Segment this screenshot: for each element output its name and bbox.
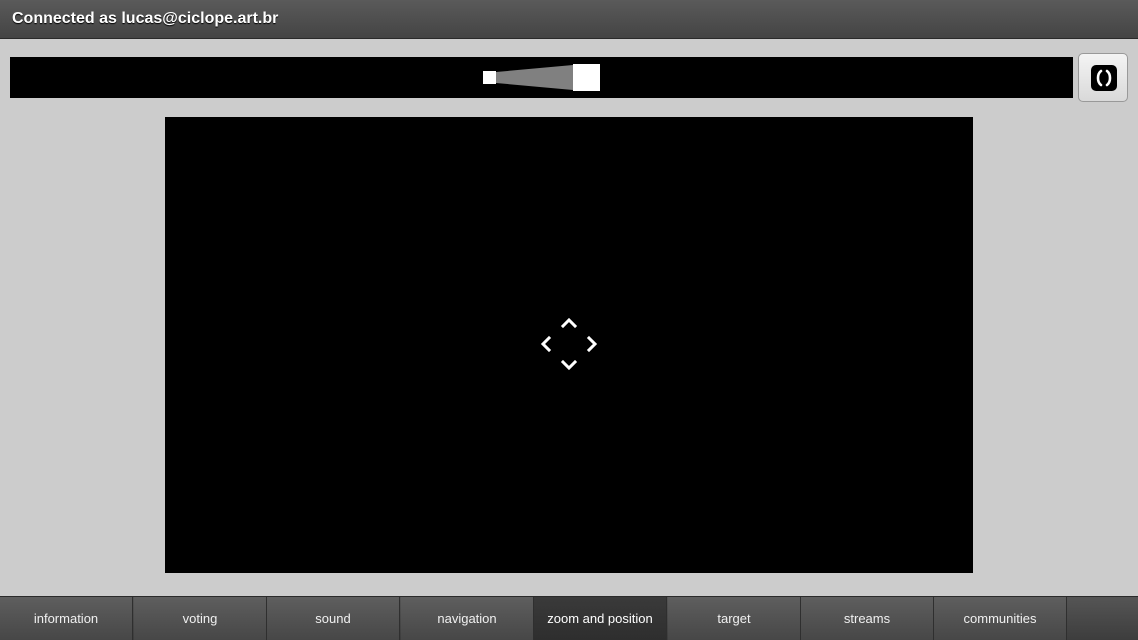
zoom-cone <box>496 65 573 90</box>
refresh-icon <box>1091 65 1117 91</box>
arrow-down-icon[interactable] <box>560 359 578 371</box>
bottom-tab-bar: information voting sound navigation zoom… <box>0 596 1138 640</box>
connection-status: Connected as lucas@ciclope.art.br <box>12 10 279 27</box>
zoom-min-marker <box>483 71 496 84</box>
arrow-left-icon[interactable] <box>540 335 552 353</box>
zoom-max-marker[interactable] <box>573 64 600 91</box>
arrow-right-icon[interactable] <box>586 335 598 353</box>
tab-voting[interactable]: voting <box>134 597 267 640</box>
move-arrows-icon[interactable] <box>539 316 599 376</box>
tab-streams[interactable]: streams <box>801 597 934 640</box>
tab-zoom-and-position[interactable]: zoom and position <box>534 597 667 640</box>
tab-information[interactable]: information <box>0 597 133 640</box>
zoom-level-cone-icon <box>483 64 600 91</box>
zoom-level-bar[interactable] <box>10 57 1073 98</box>
tab-navigation[interactable]: navigation <box>401 597 534 640</box>
arrow-up-icon[interactable] <box>560 317 578 329</box>
tab-sound[interactable]: sound <box>267 597 400 640</box>
tab-communities[interactable]: communities <box>934 597 1067 640</box>
tab-target[interactable]: target <box>668 597 801 640</box>
camera-viewport[interactable] <box>165 117 973 573</box>
header-bar: Connected as lucas@ciclope.art.br <box>0 0 1138 39</box>
refresh-button[interactable] <box>1078 53 1128 102</box>
